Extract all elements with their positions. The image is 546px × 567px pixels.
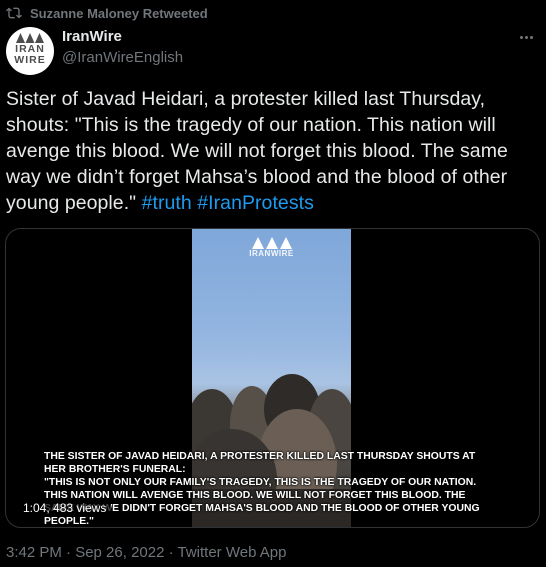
video-caption: THE SISTER OF JAVAD HEIDARI, A PROTESTER…: [44, 450, 524, 527]
avatar[interactable]: IRAN WIRE: [6, 27, 54, 75]
video-player[interactable]: IRANWIRE THE SISTER OF JAVAD HEIDARI, A …: [5, 228, 540, 528]
iranwire-watermark-icon: [252, 237, 292, 249]
display-name[interactable]: IranWire: [62, 28, 183, 46]
caption-line: HER BROTHER'S FUNERAL:: [44, 464, 186, 475]
avatar-text-line1: IRAN: [15, 43, 45, 55]
more-options-button[interactable]: [516, 30, 536, 44]
iranwire-logo-icon: [16, 33, 44, 43]
dot-icon: [519, 35, 523, 39]
caption-line: "THIS IS NOT ONLY OUR FAMILY'S TRAGEDY, …: [44, 477, 477, 488]
caption-line: PEOPLE.": [44, 516, 94, 527]
hashtag-link[interactable]: #truth: [142, 192, 192, 214]
hashtag-link[interactable]: #IranProtests: [197, 192, 314, 214]
handle[interactable]: @IranWireEnglish: [62, 48, 183, 68]
caption-line: THE SISTER OF JAVAD HEIDARI, A PROTESTER…: [44, 451, 476, 462]
tweet-timestamp[interactable]: 3:42 PM · Sep 26, 2022 · Twitter Web App: [6, 544, 286, 561]
video-watermark: IRANWIRE: [249, 249, 294, 258]
dot-icon: [524, 35, 528, 39]
caption-line: SAME WAY WE DIDN'T FORGET MAHSA'S BLOOD …: [44, 503, 480, 514]
author-block: IranWire @IranWireEnglish: [62, 28, 183, 68]
caption-line: THIS NATION WILL AVENGE THIS BLOOD. WE W…: [44, 490, 466, 501]
video-duration-views: 1:04, 483 views: [18, 499, 112, 517]
retweet-text[interactable]: Suzanne Maloney Retweeted: [30, 6, 208, 21]
tweet-text: Sister of Javad Heidari, a protester kil…: [6, 86, 542, 216]
retweet-header: Suzanne Maloney Retweeted: [6, 4, 208, 22]
avatar-text-line2: WIRE: [14, 54, 46, 66]
dot-icon: [529, 35, 533, 39]
retweet-icon: [6, 7, 22, 19]
